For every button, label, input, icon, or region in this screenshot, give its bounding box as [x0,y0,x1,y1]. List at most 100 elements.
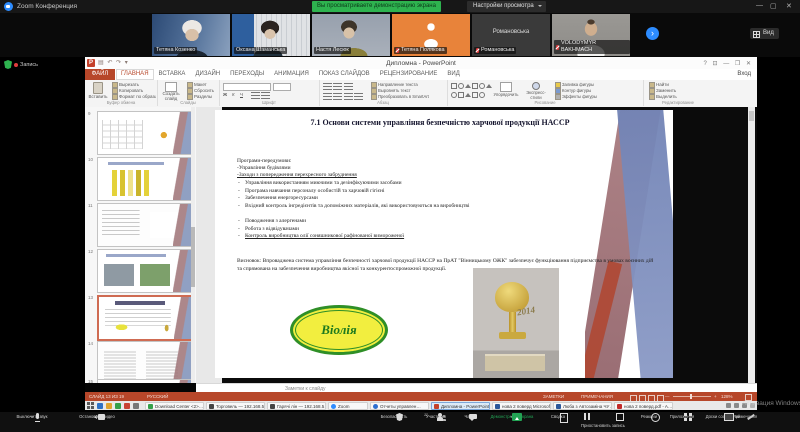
next-participants-arrow[interactable]: › [646,27,659,40]
taskbar-item[interactable]: Люба з Автозаміна ЧУ… [553,401,612,410]
taskbar-item-label: Люба з Автозаміна ЧУ… [563,403,612,409]
slide-canvas[interactable]: 7.1 Основи системи управління безпечніст… [215,110,673,378]
stop-video-button[interactable]: Остановить видео [64,413,130,419]
slide-thumbnail-selected[interactable] [97,295,195,341]
share-screen-button[interactable]: Демонстрация экрана [481,413,543,419]
slide-thumbnail[interactable] [97,111,193,155]
reactions-button[interactable]: Реакции [635,413,663,419]
view-settings-dropdown[interactable]: Настройки просмотра [467,1,546,12]
chat-button[interactable]: Чат [457,413,479,419]
stop-recording-icon[interactable] [614,413,624,422]
quick-launch-icon[interactable] [124,402,130,409]
comments-toggle[interactable]: ПРИМЕЧАНИЯ [581,392,613,401]
tab-file[interactable]: ФАЙЛ [85,69,115,80]
minimize-button[interactable]: — [756,2,763,9]
start-button[interactable] [87,402,94,409]
participant-tile-active-speaker[interactable]: Настя Лесюк [312,14,390,56]
folder-icon[interactable] [106,402,112,409]
shape-icon [472,83,478,89]
underline-button[interactable]: Ч [240,92,243,97]
tab-animations[interactable]: АНИМАЦИЯ [269,69,314,80]
slide-thumbnail[interactable] [97,157,193,201]
italic-button[interactable]: К [232,92,235,97]
notes-toggle[interactable]: ЗАМЕТКИ [543,392,564,401]
tab-home[interactable]: ГЛАВНАЯ [116,69,154,80]
slide-thumbnail[interactable] [97,341,193,383]
tab-slideshow[interactable]: ПОКАЗ СЛАЙДОВ [314,69,375,80]
maximize-button[interactable]: ▢ [770,2,777,10]
taskbar-item[interactable]: нова 2 поверд Microsof… [492,401,551,410]
app-icon [373,404,378,409]
tab-review[interactable]: РЕЦЕНЗИРОВАНИЕ [375,69,443,80]
font-effects-buttons[interactable] [251,92,271,99]
tab-transitions[interactable]: ПЕРЕХОДЫ [225,69,269,80]
zoom-slider[interactable] [673,394,711,399]
participant-tile[interactable]: Тетяна Козенко [152,14,230,56]
acrobat-icon [617,404,622,409]
tab-view[interactable]: ВИД [442,69,464,80]
font-size-select[interactable] [273,83,291,91]
participant-name-label: Настя Лесюк [314,47,351,54]
shapes-gallery-row2[interactable] [451,92,486,98]
zoom-percentage[interactable]: 128% [721,392,733,401]
new-slide-button[interactable]: Создать слайд [159,82,183,101]
participant-tile[interactable]: Оксана Шаманська [232,14,310,56]
slide-thumbnail[interactable] [97,203,193,247]
taskbar-item[interactable]: нова 2 поверд.pdf - A… [614,401,673,410]
trophy-base [499,332,526,339]
apps-button[interactable]: Приложения [665,413,699,419]
thumbnail-number: 15 [88,379,94,383]
mute-button[interactable]: Выключить звук [2,413,62,419]
ribbon-group-font: Ж К Ч Шрифт [219,80,320,106]
taskbar-item[interactable]: Гарячі лін — 192.168.5… [267,401,326,410]
muted-mic-icon [556,44,559,50]
recording-controls[interactable]: Приостановить запись [573,413,633,428]
summary-button[interactable]: Сводка [545,413,571,419]
participant-name: Тетяна Козенко [156,47,196,53]
smartart-label: Преобразовать в SmartArt [378,94,429,100]
align-buttons[interactable] [323,93,363,100]
tab-design[interactable]: ДИЗАЙН [190,69,225,80]
arrange-button[interactable]: Упорядочить [493,82,519,97]
slide-thumbnail[interactable] [97,249,193,293]
quick-styles-button[interactable]: Экспресс-стили [521,82,551,100]
notes-label: Примечания [732,414,758,419]
shapes-gallery[interactable] [451,83,493,89]
taskbar-item[interactable]: Download Center <2>… [145,401,204,410]
zoom-in-button[interactable]: + [714,392,717,401]
participant-tile[interactable]: Тетяна Полякова [392,14,470,56]
taskbar-item[interactable]: Zoom [328,401,368,410]
font-name-select[interactable] [223,83,271,91]
security-button[interactable]: Безопасность [373,413,415,419]
taskbar-item-active[interactable]: Дипломна - PowerPoint [431,401,490,410]
tab-insert[interactable]: ВСТАВКА [154,69,191,80]
participant-tile[interactable]: Романовська Романовська [472,14,550,56]
pause-recording-icon[interactable] [582,413,592,422]
quick-launch-icon[interactable] [115,402,121,409]
select-label: Выделить [656,94,677,100]
network-icon[interactable] [734,402,739,408]
zoom-out-button[interactable]: — [665,392,670,401]
slide-bullet: Управління використанням миючими та дезі… [238,180,500,187]
close-button[interactable]: ✕ [786,2,792,10]
quick-launch-icon[interactable] [133,402,139,409]
paste-button[interactable]: Вставить [87,82,109,99]
notes-button[interactable]: Примечания [730,413,760,419]
thumbnail-scrollbar[interactable] [191,107,195,383]
participant-tile[interactable]: VOLODYMYR BAKHMACH [552,14,630,56]
shape-icon [451,92,457,98]
slide-bullet: Контроль виробництва олії соняшникової р… [238,233,545,240]
view-layout-button[interactable]: Вид [750,28,779,39]
list-buttons[interactable] [323,83,353,90]
language-indicator[interactable]: РУССКИЙ [147,392,168,401]
slide-thumbnail[interactable] [97,379,193,383]
bold-button[interactable]: Ж [223,92,227,97]
slide-scrollbar[interactable] [748,107,755,383]
taskbar-item[interactable]: Отчеты управлен… [370,401,429,410]
sign-in-link[interactable]: Вход [737,71,751,77]
powerpoint-window-controls[interactable]: ? ⊡ — ❐ ✕ [704,60,753,67]
quick-launch-icon[interactable] [97,402,103,409]
taskbar-item[interactable]: Торговель — 192.168.5… [206,401,265,410]
participants-button[interactable]: 11 Участники [417,412,455,419]
tray-arrow-icon[interactable] [726,402,731,408]
